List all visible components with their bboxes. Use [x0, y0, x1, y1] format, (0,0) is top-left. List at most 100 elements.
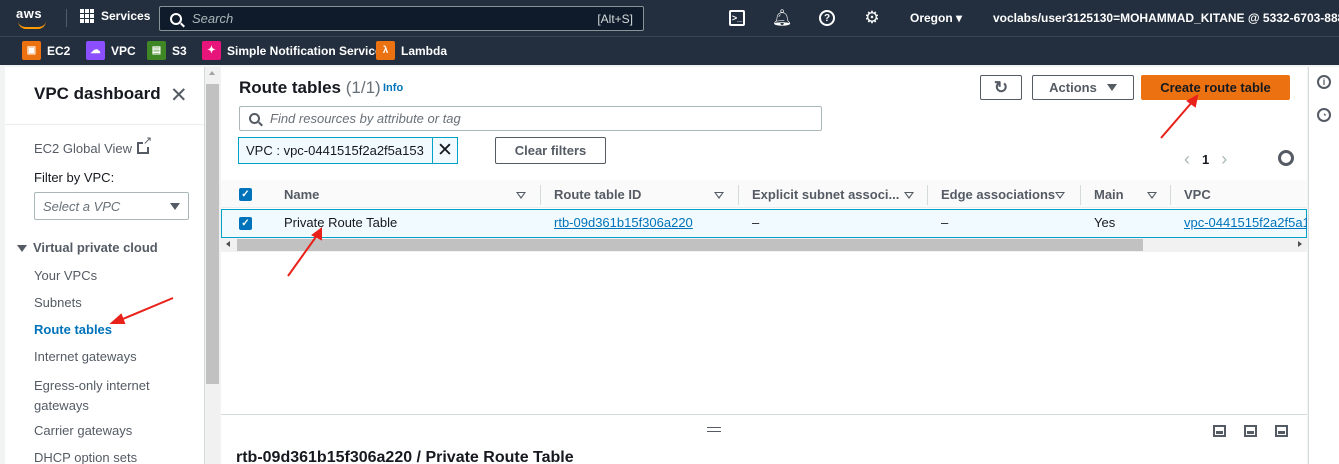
cell-name: Private Route Table [284, 215, 398, 230]
column-divider[interactable] [738, 185, 739, 205]
refresh-icon: ↻ [993, 77, 1009, 97]
divider [66, 9, 67, 27]
create-route-table-button[interactable]: Create route table [1141, 75, 1290, 100]
section-virtual-private-cloud[interactable]: Virtual private cloud [17, 240, 158, 255]
feedback-icon[interactable]: ◔ [1317, 108, 1331, 122]
split-panel-divider[interactable] [221, 414, 1307, 415]
s3-icon: ▤ [147, 41, 166, 60]
vpc-filter-select[interactable]: Select a VPC [34, 192, 189, 220]
page-title: Route tables (1/1) [239, 78, 381, 98]
account-menu[interactable]: voclabs/user3125130=MOHAMMAD_KITANE @ 53… [993, 11, 1339, 25]
sort-icon[interactable] [1055, 192, 1065, 199]
account-label: voclabs/user3125130=MOHAMMAD_KITANE @ 53… [993, 11, 1339, 25]
sidebar-item-subnets[interactable]: Subnets [34, 295, 82, 310]
favorite-label: Simple Notification Service [227, 43, 382, 58]
current-page[interactable]: 1 [1202, 152, 1209, 167]
filter-token-value: vpc-0441515f2a2f5a153 [283, 143, 424, 158]
favorite-sns[interactable]: ✦ Simple Notification Service [202, 41, 382, 60]
sidebar-item-ec2-global-view[interactable]: EC2 Global View [34, 136, 153, 156]
vpc-icon: ☁ [86, 41, 105, 60]
cell-main: Yes [1094, 215, 1116, 230]
resource-filter[interactable] [239, 106, 822, 131]
scrollbar-thumb[interactable] [237, 239, 1143, 251]
column-header-vpc[interactable]: VPC [1184, 187, 1211, 202]
refresh-button[interactable]: ↻ [980, 75, 1022, 100]
table-preferences-icon[interactable] [1278, 150, 1294, 166]
clear-filters-label: Clear filters [514, 143, 587, 158]
favorite-s3[interactable]: ▤ S3 [147, 41, 187, 60]
sidenav-title[interactable]: VPC dashboard [34, 84, 161, 104]
scroll-up-icon[interactable] [209, 71, 215, 75]
detail-panel-title: rtb-09d361b15f306a220 / Private Route Ta… [236, 449, 574, 464]
remove-filter-icon[interactable]: ✕ [432, 138, 457, 163]
column-divider[interactable] [1080, 185, 1081, 205]
column-divider[interactable] [1170, 185, 1171, 205]
split-bottom-icon[interactable] [1213, 425, 1226, 437]
global-search-input[interactable] [192, 11, 582, 26]
gear-icon[interactable]: ⚙ [864, 8, 880, 27]
services-menu-button[interactable]: Services [80, 9, 150, 23]
resource-filter-input[interactable] [270, 111, 790, 126]
split-side-icon[interactable] [1244, 425, 1257, 437]
scroll-left-icon[interactable] [226, 241, 230, 247]
column-header-name[interactable]: Name [284, 187, 319, 202]
scroll-right-icon[interactable] [1298, 241, 1302, 247]
clear-filters-button[interactable]: Clear filters [495, 137, 606, 164]
chevron-left-icon[interactable]: ‹ [1184, 149, 1190, 170]
column-header-main[interactable]: Main [1094, 187, 1124, 202]
search-icon [170, 12, 182, 25]
bell-icon[interactable]: 🔔︎ [772, 10, 792, 27]
sidebar-item-your-vpcs[interactable]: Your VPCs [34, 268, 97, 283]
create-route-table-label: Create route table [1160, 80, 1271, 95]
column-header-route-table-id[interactable]: Route table ID [554, 187, 641, 202]
row-checkbox[interactable]: ✓ [239, 217, 252, 230]
favorite-vpc[interactable]: ☁ VPC [86, 41, 136, 60]
region-selector[interactable]: Oregon ▾ [910, 11, 962, 25]
scrollbar-thumb[interactable] [206, 84, 219, 384]
resize-handle-icon[interactable] [707, 427, 721, 432]
cloudshell-icon[interactable]: >_ [729, 10, 745, 26]
split-close-icon[interactable] [1275, 425, 1288, 437]
favorite-ec2[interactable]: ▣ EC2 [22, 41, 70, 60]
table-horizontal-scrollbar[interactable] [221, 238, 1307, 252]
region-label: Oregon [910, 11, 953, 25]
info-icon[interactable]: i [1317, 75, 1331, 89]
route-table-id-link[interactable]: rtb-09d361b15f306a220 [554, 215, 693, 230]
search-icon [249, 113, 260, 124]
aws-logo[interactable]: aws [16, 6, 52, 30]
sidebar-item-carrier-gateways[interactable]: Carrier gateways [34, 423, 132, 438]
sort-icon[interactable] [714, 192, 724, 199]
sidebar-item-internet-gateways[interactable]: Internet gateways [34, 349, 137, 364]
sidebar-item-route-tables[interactable]: Route tables [34, 322, 112, 337]
cell-explicit-subnet-associations: – [752, 215, 760, 230]
column-divider[interactable] [540, 185, 541, 205]
sidenav-scrollbar[interactable] [205, 67, 220, 464]
filter-token[interactable]: VPC : vpc-0441515f2a2f5a153 ✕ [238, 137, 458, 164]
filter-token-text[interactable]: VPC : vpc-0441515f2a2f5a153 [239, 143, 432, 158]
sort-icon[interactable] [1147, 192, 1157, 199]
sidebar-item-egress-only-internet-gateways[interactable]: Egress-only internet gateways [34, 376, 164, 416]
column-header-explicit-subnet-associations[interactable]: Explicit subnet associ... [752, 187, 899, 202]
ec2-icon: ▣ [22, 41, 41, 60]
actions-button[interactable]: Actions [1032, 75, 1134, 100]
info-link[interactable]: Info [383, 82, 403, 94]
global-search[interactable]: [Alt+S] [159, 6, 644, 31]
caret-down-icon [17, 245, 27, 252]
cell-edge-associations: – [941, 215, 949, 230]
column-divider[interactable] [927, 185, 928, 205]
caret-down-icon [1106, 84, 1117, 91]
close-icon[interactable]: ✕ [170, 83, 188, 108]
chevron-right-icon[interactable]: › [1221, 149, 1227, 170]
filter-token-key: VPC [246, 143, 273, 158]
help-icon[interactable]: ? [819, 10, 835, 26]
sort-icon[interactable] [516, 192, 526, 199]
sidebar-item-dhcp-option-sets[interactable]: DHCP option sets [34, 450, 137, 464]
favorite-label: VPC [111, 43, 136, 58]
search-shortcut-hint: [Alt+S] [597, 11, 633, 26]
select-all-checkbox[interactable]: ✓ [239, 188, 252, 201]
column-header-edge-associations[interactable]: Edge associations [941, 187, 1055, 202]
sort-icon[interactable] [904, 192, 914, 199]
favorite-label: Lambda [401, 43, 448, 58]
favorite-lambda[interactable]: λ Lambda [376, 41, 447, 60]
vpc-id-link[interactable]: vpc-0441515f2a2f5a1 [1184, 215, 1307, 230]
